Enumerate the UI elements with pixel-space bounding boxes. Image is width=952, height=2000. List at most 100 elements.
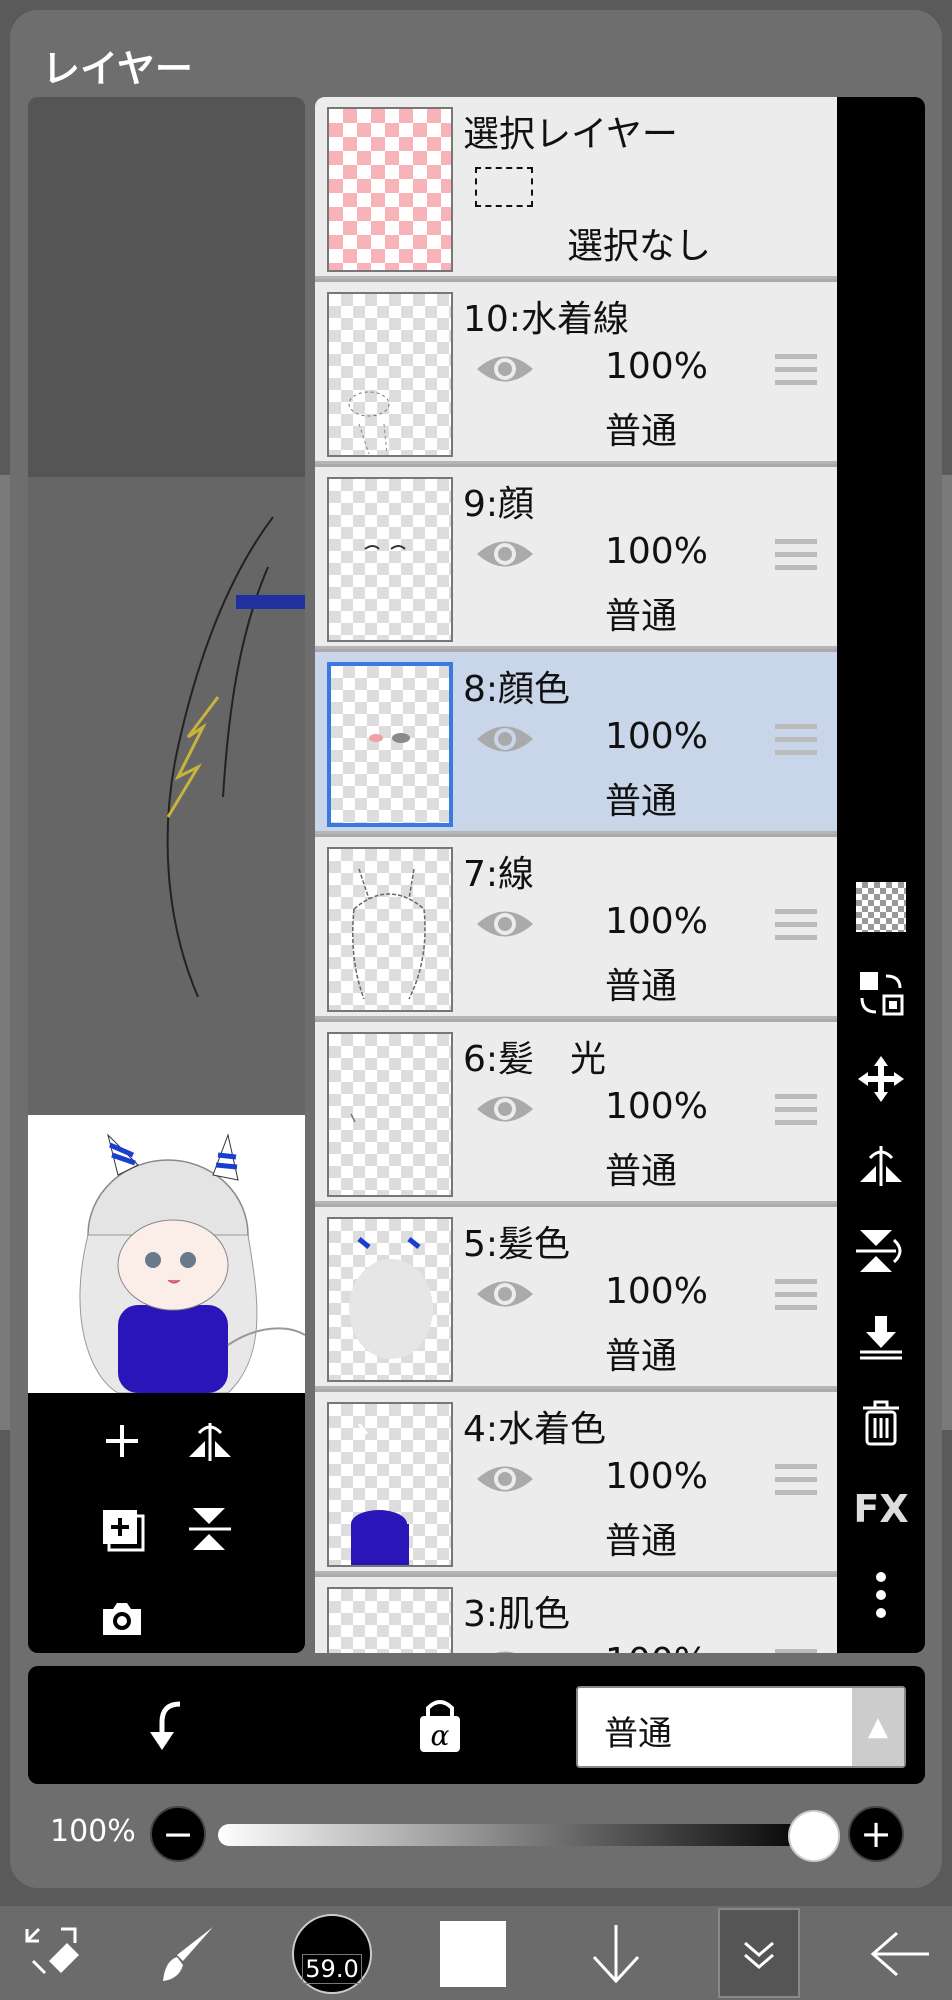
- layer-row[interactable]: 7:線 100% 普通: [315, 837, 837, 1019]
- layer-opacity: 100%: [605, 1271, 708, 1312]
- transparency-button[interactable]: [851, 877, 911, 937]
- drag-handle-icon[interactable]: [775, 1649, 817, 1653]
- opacity-increase-button[interactable]: +: [848, 1806, 904, 1862]
- selection-layer-name: 選択レイヤー: [463, 114, 678, 155]
- layer-thumbnail: [327, 1587, 453, 1653]
- layer-down-button[interactable]: [578, 1916, 654, 1992]
- color-swatch-button[interactable]: [440, 1916, 506, 1992]
- visibility-eye-icon[interactable]: [475, 1639, 535, 1653]
- opacity-decrease-button[interactable]: −: [150, 1806, 206, 1862]
- alpha-lock-icon: α: [420, 1700, 460, 1752]
- delete-layer-button[interactable]: [851, 1393, 911, 1453]
- dropdown-arrow-icon: ▲: [852, 1688, 904, 1766]
- bottom-toolbar: 59.0: [0, 1906, 952, 2000]
- layer-name: 5:髪色: [463, 1224, 571, 1265]
- drag-handle-icon[interactable]: [775, 1464, 817, 1498]
- layer-row[interactable]: 3:肌色 100% 普通: [315, 1577, 837, 1653]
- blend-mode-select[interactable]: 普通 ▲: [576, 1686, 906, 1768]
- brush-icon: [163, 1927, 213, 1981]
- layer-list[interactable]: 選択レイヤー 選択なし 10:水着線 100% 普通 9:顔 100% 普通 8…: [315, 97, 837, 1653]
- selection-marquee-icon: [475, 167, 533, 207]
- opacity-slider-handle[interactable]: [788, 1810, 840, 1862]
- visibility-eye-icon[interactable]: [475, 1454, 535, 1504]
- opacity-slider[interactable]: [218, 1824, 818, 1846]
- brush-size-button[interactable]: 59.0: [290, 1914, 374, 1994]
- move-layer-button[interactable]: [851, 1049, 911, 1109]
- brush-tool-button[interactable]: [150, 1916, 226, 1992]
- selection-layer-thumbnail: [327, 107, 453, 272]
- merge-down-button[interactable]: [851, 1307, 911, 1367]
- layer-name: 3:肌色: [463, 1594, 571, 1635]
- fx-button[interactable]: FX: [851, 1479, 911, 1539]
- layer-panel-toggle-button[interactable]: [718, 1908, 800, 1998]
- visibility-eye-icon[interactable]: [475, 529, 535, 579]
- alpha-lock-button[interactable]: α: [410, 1694, 470, 1758]
- layer-opacity: 100%: [605, 901, 708, 942]
- layer-blend-mode: 普通: [605, 1521, 678, 1562]
- visibility-eye-icon[interactable]: [475, 899, 535, 949]
- camera-button[interactable]: [92, 1589, 152, 1649]
- visibility-eye-icon[interactable]: [475, 1084, 535, 1134]
- layer-row[interactable]: 9:顔 100% 普通: [315, 467, 837, 649]
- add-raster-layer-button[interactable]: [92, 1499, 152, 1559]
- layer-name: 7:線: [463, 854, 535, 895]
- layer-name: 6:髪 光: [463, 1039, 607, 1080]
- layer-row[interactable]: 4:水着色 100% 普通: [315, 1392, 837, 1574]
- drag-handle-icon[interactable]: [775, 539, 817, 573]
- character-thumbnail: [79, 1133, 306, 1394]
- more-button[interactable]: [851, 1565, 911, 1625]
- layer-name: 10:水着線: [463, 299, 629, 340]
- layer-options-bar: α 普通 ▲: [28, 1666, 925, 1784]
- transparency-icon: [856, 882, 906, 932]
- layer-row[interactable]: 5:髪色 100% 普通: [315, 1207, 837, 1389]
- layer-opacity: 100%: [605, 1456, 708, 1497]
- drag-handle-icon[interactable]: [775, 1094, 817, 1128]
- flip-horizontal-button[interactable]: [851, 1135, 911, 1195]
- visibility-eye-icon[interactable]: [475, 344, 535, 394]
- move-icon: [858, 1056, 904, 1102]
- canvas-flip-horizontal-button[interactable]: [180, 1411, 240, 1471]
- flip-horizontal-icon: [189, 1423, 231, 1461]
- layer-actions-bar: FX: [837, 97, 925, 1653]
- layer-row[interactable]: 6:髪 光 100% 普通: [315, 1022, 837, 1204]
- flip-vertical-icon: [856, 1230, 902, 1272]
- layer-row-selected[interactable]: 8:顔色 100% 普通: [315, 652, 837, 834]
- add-layer-button[interactable]: [92, 1411, 152, 1471]
- trash-icon: [863, 1400, 899, 1446]
- tool-switch-button[interactable]: [14, 1916, 90, 1992]
- layer-row[interactable]: 10:水着線 100% 普通: [315, 282, 837, 464]
- panel-title: レイヤー: [42, 47, 193, 91]
- minus-icon: −: [162, 1812, 194, 1856]
- drag-handle-icon[interactable]: [775, 909, 817, 943]
- layer-name: 4:水着色: [463, 1409, 607, 1450]
- flip-horizontal-icon: [860, 1146, 902, 1186]
- plus-icon: [106, 1425, 138, 1457]
- canvas-tools: [28, 1393, 305, 1653]
- current-color-swatch: [440, 1921, 506, 1987]
- canvas-flip-vertical-button[interactable]: [180, 1499, 240, 1559]
- arrow-left-icon: [870, 1931, 929, 1977]
- drag-handle-icon[interactable]: [775, 1279, 817, 1313]
- layer-blend-mode: 普通: [605, 1336, 678, 1377]
- layer-opacity: 100%: [605, 716, 708, 757]
- drag-handle-icon[interactable]: [775, 724, 817, 758]
- clipping-arrow-icon: [150, 1701, 181, 1750]
- back-button[interactable]: [860, 1916, 940, 1992]
- visibility-eye-icon[interactable]: [475, 1269, 535, 1319]
- clipping-button[interactable]: [138, 1696, 198, 1756]
- app-screen: レイヤー 選択レイヤー 選択なし 10:水着線 100% 普通 9:顔 100%…: [0, 0, 952, 2000]
- layer-thumbnail: [327, 847, 453, 1012]
- layer-opacity: 100%: [605, 531, 708, 572]
- drag-handle-icon[interactable]: [775, 354, 817, 388]
- brush-size-indicator: 59.0: [292, 1914, 372, 1994]
- layer-blend-mode: 普通: [605, 596, 678, 637]
- layer-thumbnail: [327, 1402, 453, 1567]
- canvas-preview: [28, 1115, 306, 1394]
- more-icon: [876, 1572, 886, 1618]
- arrow-down-icon: [592, 1925, 640, 1984]
- transfer-button[interactable]: [851, 963, 911, 1023]
- flip-vertical-button[interactable]: [851, 1221, 911, 1281]
- selection-layer-row[interactable]: 選択レイヤー 選択なし: [315, 97, 837, 279]
- layer-blend-mode: 普通: [605, 966, 678, 1007]
- visibility-eye-icon[interactable]: [475, 714, 535, 764]
